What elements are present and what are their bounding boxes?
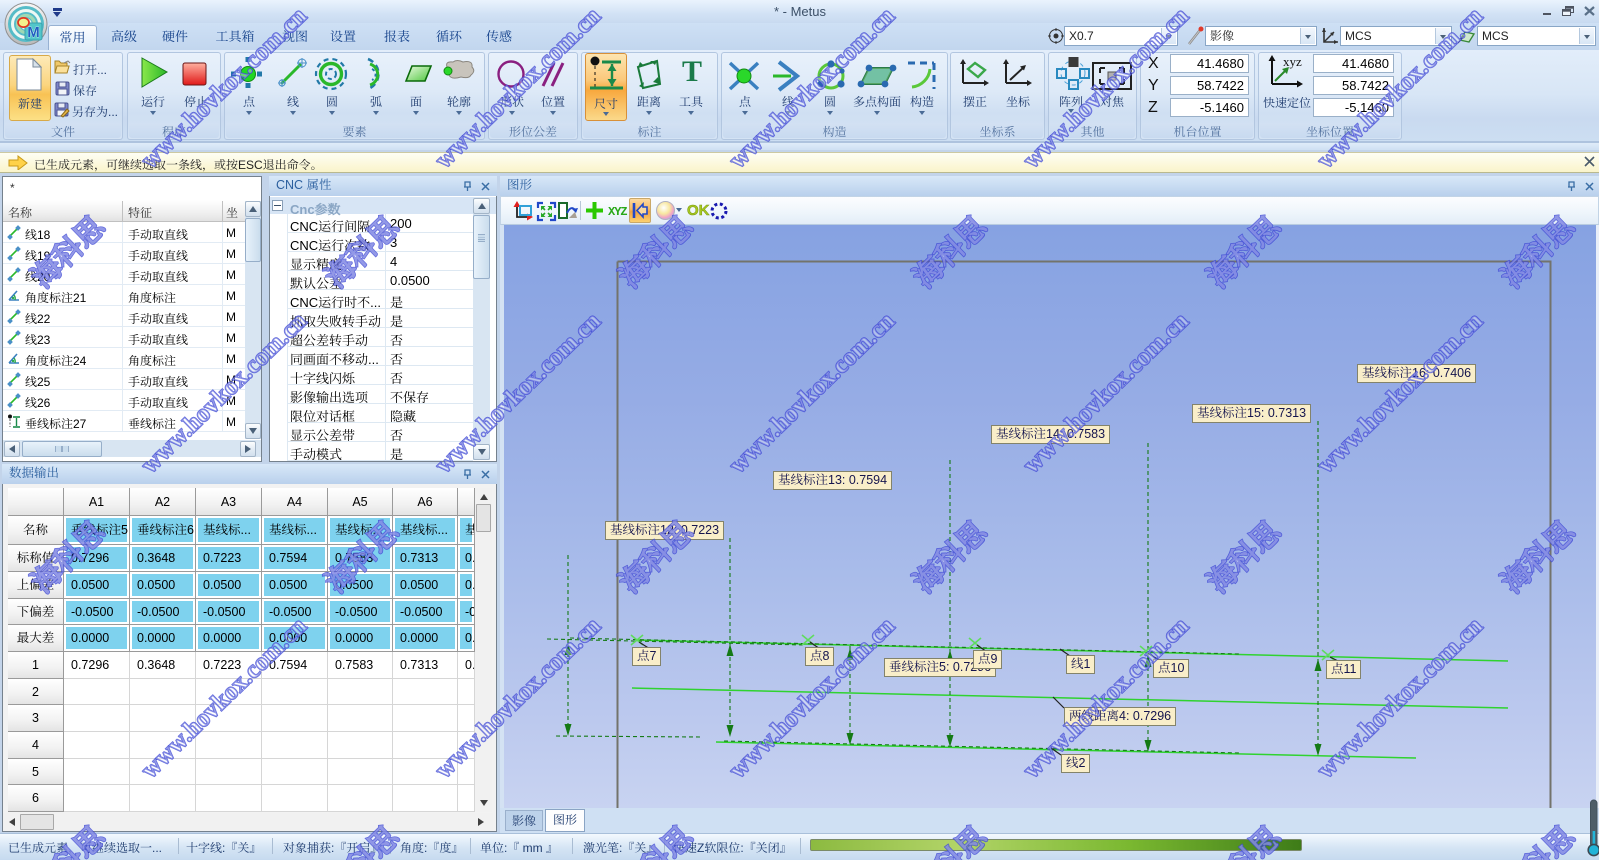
svg-text:xyz: xyz: [1283, 54, 1302, 69]
svg-text:M: M: [27, 24, 40, 41]
